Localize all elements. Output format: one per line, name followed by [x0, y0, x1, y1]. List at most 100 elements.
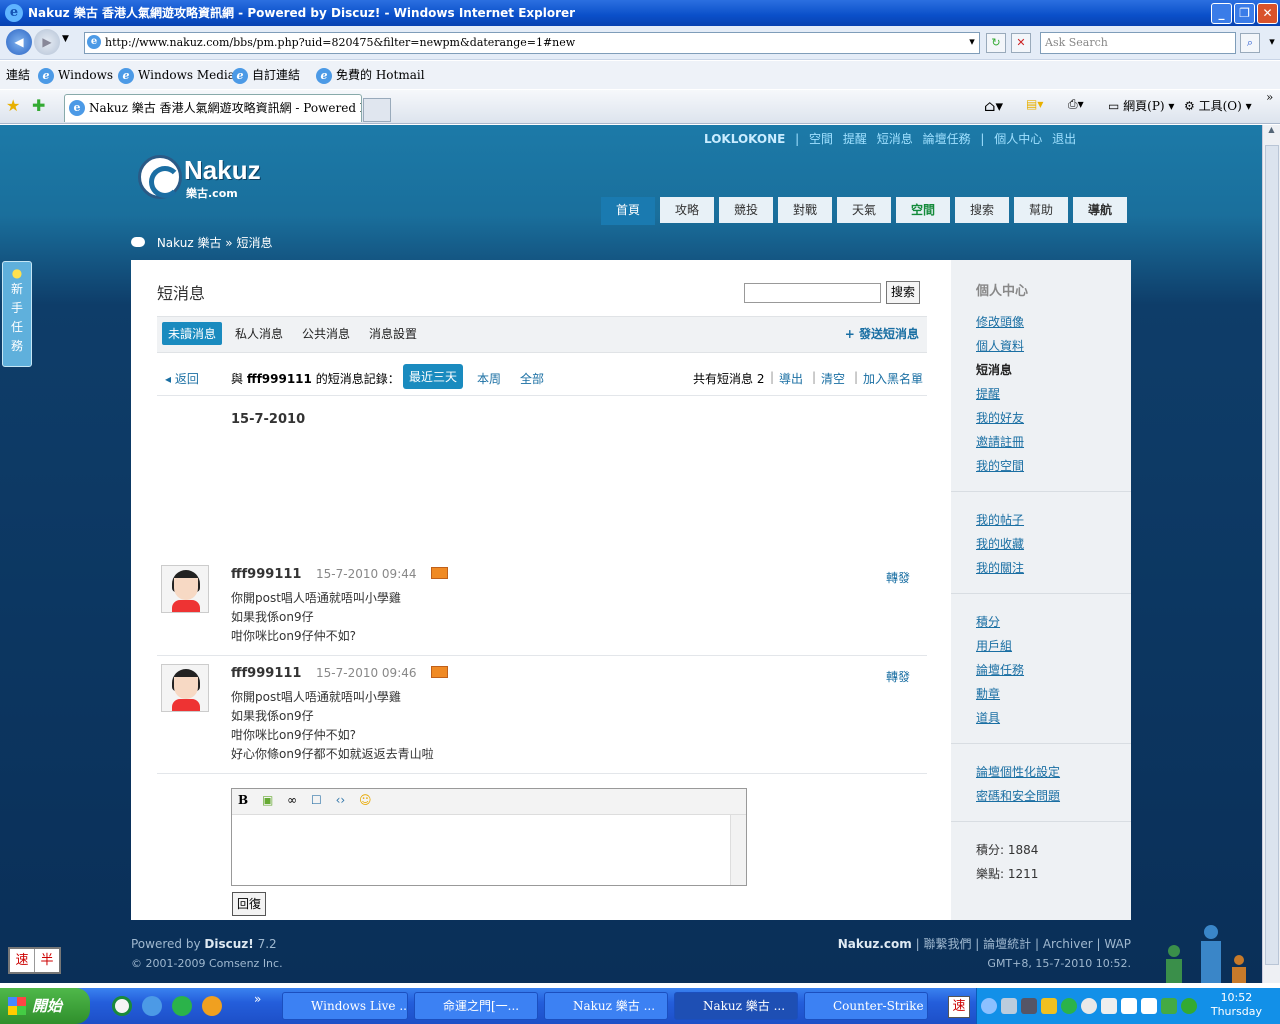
- ime-width[interactable]: 半: [35, 949, 59, 972]
- nav-guides[interactable]: 攻略: [660, 197, 714, 223]
- sidebar-item-usergroup[interactable]: 用戶組: [976, 637, 1012, 654]
- link-icon[interactable]: ∞: [287, 793, 297, 807]
- messenger-icon[interactable]: [172, 996, 192, 1016]
- address-bar[interactable]: e http://www.nakuz.com/bbs/pm.php?uid=82…: [84, 32, 980, 54]
- new-tab-button[interactable]: [363, 98, 391, 122]
- tab-unread[interactable]: 未讀消息: [162, 322, 223, 345]
- favorites-star-icon[interactable]: ★: [6, 96, 20, 115]
- link-custom[interactable]: e 自訂連結: [232, 61, 300, 89]
- sidebar-item-favorites[interactable]: 我的收藏: [976, 535, 1024, 552]
- security-icon[interactable]: [1041, 998, 1057, 1014]
- keyboard-icon[interactable]: [1101, 998, 1117, 1014]
- pm-search-input[interactable]: [744, 283, 881, 303]
- quicklaunch-overflow-icon[interactable]: »: [254, 992, 261, 1006]
- nav-navigation[interactable]: 導航: [1073, 197, 1127, 223]
- page-menu[interactable]: ▭ 網頁(P) ▾: [1108, 97, 1174, 114]
- nav-space[interactable]: 空間: [809, 132, 833, 146]
- sidebar-item-space[interactable]: 我的空間: [976, 457, 1024, 474]
- sidebar-item-reminder[interactable]: 提醒: [976, 385, 1000, 402]
- search-icon[interactable]: ⌕: [1240, 33, 1260, 53]
- range-all[interactable]: 全部: [520, 370, 544, 387]
- back-link[interactable]: ◂ 返回: [165, 370, 199, 387]
- username-link[interactable]: LOKLOKONE: [704, 132, 785, 146]
- home-icon[interactable]: ⌂▾: [984, 97, 1003, 115]
- nav-tasks[interactable]: 論壇任務: [923, 132, 971, 146]
- network-icon[interactable]: [1001, 998, 1017, 1014]
- sidebar-item-posts[interactable]: 我的帖子: [976, 511, 1024, 528]
- browser-tab-active[interactable]: e Nakuz 樂古 香港人氣網遊攻略資訊網 - Powered by ...: [64, 94, 362, 122]
- editor-scrollbar[interactable]: [730, 815, 746, 885]
- breadcrumb-home[interactable]: Nakuz 樂古: [157, 236, 222, 250]
- minimize-button[interactable]: _: [1211, 3, 1232, 24]
- image-icon[interactable]: ▣: [262, 793, 273, 807]
- sidebar-item-credits[interactable]: 積分: [976, 613, 1000, 630]
- refresh-icon[interactable]: ↻: [986, 33, 1006, 53]
- tray-window-icon[interactable]: [1121, 998, 1137, 1014]
- send-pm-link[interactable]: + 發送短消息: [845, 325, 919, 342]
- toolbar-overflow-icon[interactable]: »: [1266, 90, 1273, 104]
- reply-button[interactable]: 回復: [232, 892, 266, 916]
- avatar[interactable]: [161, 565, 209, 613]
- site-logo[interactable]: Nakuz 樂古.com: [138, 153, 278, 201]
- media-icon[interactable]: [202, 996, 222, 1016]
- sidebar-item-security[interactable]: 密碼和安全問題: [976, 787, 1060, 804]
- code-icon[interactable]: ‹›: [336, 793, 346, 807]
- tab-public[interactable]: 公共消息: [302, 325, 350, 342]
- add-favorites-icon[interactable]: ✚: [32, 96, 45, 115]
- link-windows[interactable]: e Windows: [38, 61, 113, 89]
- nav-weather[interactable]: 天氣: [837, 197, 891, 223]
- forward-icon[interactable]: ▶: [34, 29, 60, 55]
- ie-quicklaunch-icon[interactable]: [142, 996, 162, 1016]
- nav-logout[interactable]: 退出: [1052, 132, 1076, 146]
- footer-links[interactable]: | 聯繫我們 | 論壇統計 | Archiver | WAP: [916, 937, 1131, 951]
- tray-app-icon[interactable]: [1021, 998, 1037, 1014]
- tray-arrow-icon[interactable]: [981, 998, 997, 1014]
- sidebar-item-profile[interactable]: 個人資料: [976, 337, 1024, 354]
- search-input[interactable]: Ask Search: [1040, 32, 1236, 54]
- nav-pm[interactable]: 短消息: [877, 132, 913, 146]
- tab-settings[interactable]: 消息設置: [369, 325, 417, 342]
- clear-link[interactable]: 清空: [821, 370, 845, 387]
- ime-indicator[interactable]: 速 半: [8, 947, 61, 974]
- link-windows-media[interactable]: e Windows Media: [118, 61, 235, 89]
- nav-auction[interactable]: 競投: [719, 197, 773, 223]
- nav-space-main[interactable]: 空間: [896, 197, 950, 223]
- forward-link[interactable]: 轉發: [886, 668, 910, 685]
- task-nakuz-2[interactable]: Nakuz 樂古 ...: [674, 992, 798, 1020]
- reply-editor[interactable]: B ▣ ∞ ☐ ‹› ☺: [231, 788, 747, 886]
- newbie-tasks-tab[interactable]: ● 新 手 任 務: [2, 261, 32, 367]
- antivirus-icon[interactable]: [1181, 998, 1197, 1014]
- stop-icon[interactable]: ✕: [1011, 33, 1031, 53]
- page-scrollbar[interactable]: ▲: [1262, 125, 1280, 983]
- nav-usercenter[interactable]: 個人中心: [994, 132, 1042, 146]
- pm-search-button[interactable]: 搜索: [886, 281, 920, 304]
- ime-mode[interactable]: 速: [10, 949, 35, 972]
- task-fate-gate[interactable]: 命運之門[一...: [414, 992, 538, 1020]
- task-windows-live[interactable]: Windows Live ...: [282, 992, 408, 1020]
- message-sender[interactable]: fff999111: [231, 567, 301, 582]
- blacklist-link[interactable]: 加入黑名單: [863, 370, 923, 387]
- messenger-tray-icon[interactable]: [1061, 998, 1077, 1014]
- tray-doc-icon[interactable]: [1141, 998, 1157, 1014]
- avatar[interactable]: [161, 664, 209, 712]
- maximize-button[interactable]: ❐: [1234, 3, 1255, 24]
- sidebar-item-customize[interactable]: 論壇個性化設定: [976, 763, 1060, 780]
- nav-search[interactable]: 搜索: [955, 197, 1009, 223]
- scroll-thumb[interactable]: [1265, 145, 1279, 965]
- ime-taskbar-icon[interactable]: 速: [948, 996, 970, 1018]
- address-dropdown-icon[interactable]: ▾: [962, 33, 982, 53]
- footer-brand[interactable]: Nakuz.com: [838, 937, 912, 951]
- sidebar-item-tasks[interactable]: 論壇任務: [976, 661, 1024, 678]
- history-dropdown-icon[interactable]: ▼: [62, 34, 69, 44]
- search-options-icon[interactable]: ▾: [1262, 33, 1280, 53]
- back-icon[interactable]: ◀: [6, 29, 32, 55]
- sidebar-item-medals[interactable]: 勳章: [976, 685, 1000, 702]
- start-button[interactable]: 開始: [0, 988, 90, 1024]
- discuz-link[interactable]: Discuz!: [204, 937, 253, 951]
- tray-status-icon[interactable]: [1081, 998, 1097, 1014]
- task-nakuz-1[interactable]: Nakuz 樂古 ...: [544, 992, 668, 1020]
- quote-icon[interactable]: ☐: [311, 793, 322, 807]
- tools-menu[interactable]: ⚙ 工具(O) ▾: [1184, 97, 1252, 114]
- clock[interactable]: 10:52 Thursday: [1211, 991, 1262, 1019]
- nav-reminder[interactable]: 提醒: [843, 132, 867, 146]
